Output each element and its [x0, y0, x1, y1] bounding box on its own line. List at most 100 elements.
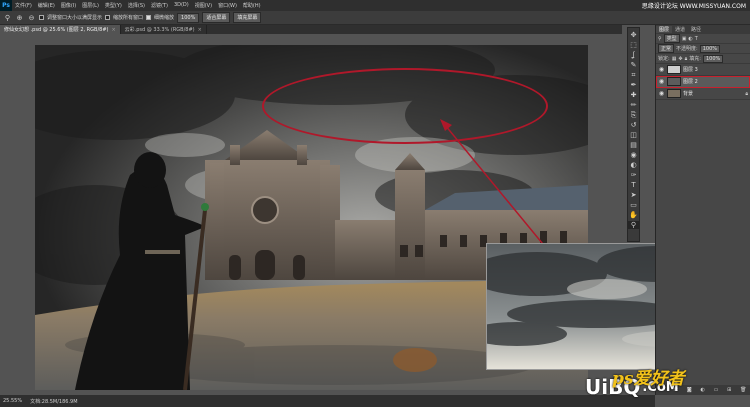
stamp-icon[interactable]: ⎘: [628, 111, 639, 119]
layer-row[interactable]: ◉ 背景 🔒︎: [656, 88, 750, 100]
watermark-overlay: ps爱好者: [612, 364, 684, 389]
layer-filter-row: ⚲ 类型 ▣ ◐ T: [656, 34, 750, 44]
menu-bar: Ps 文件(F) 编辑(E) 图像(I) 图层(L) 类型(Y) 选择(S) 滤镜(T) 3D…: [0, 0, 750, 11]
menu-item[interactable]: 视图(V): [192, 2, 215, 9]
adjustment-icon[interactable]: ◐: [701, 387, 705, 393]
visibility-eye-icon[interactable]: ◉: [658, 90, 665, 97]
tab-paths[interactable]: 路径: [688, 26, 704, 33]
fit-screen-button[interactable]: 适合屏幕: [202, 12, 231, 23]
tab-layers[interactable]: 图层: [656, 26, 673, 33]
opacity-label: 不透明度:: [676, 46, 698, 52]
blur-icon[interactable]: ◉: [628, 151, 639, 159]
quick-select-icon[interactable]: ✎: [628, 61, 639, 69]
scrubby-zoom-checkbox[interactable]: [146, 15, 152, 20]
tab-channels[interactable]: 通道: [672, 26, 688, 33]
close-icon[interactable]: ×: [198, 27, 202, 33]
document-size: 文档:28.5M/186.9M: [30, 398, 78, 405]
zoom-out-icon[interactable]: ⊖: [27, 14, 36, 22]
menu-item[interactable]: 类型(Y): [102, 2, 125, 9]
visibility-eye-icon[interactable]: ◉: [658, 78, 665, 85]
zoom-tool-icon[interactable]: ⚲: [3, 14, 12, 22]
layer-thumbnail: [667, 89, 681, 98]
close-icon[interactable]: ×: [111, 27, 115, 33]
photoshop-logo: Ps: [0, 0, 12, 11]
brush-icon[interactable]: ✏: [628, 101, 639, 109]
layer-row[interactable]: ◉ 图层 3: [656, 64, 750, 76]
tab-label: 修仙女幻想 .psd @ 25.6% (图层 2, RGB/8#): [4, 27, 109, 33]
mask-icon[interactable]: ◙: [687, 387, 692, 393]
visibility-eye-icon[interactable]: ◉: [658, 66, 665, 73]
scrubby-zoom-label: 细微缩放: [154, 15, 175, 21]
toolbox: ✥ ⬚ ʆ ✎ ⌗ ✒ ✚ ✏ ⎘ ↺ ◫ ▤ ◉ ◐ ✑ T ➤ ▭ ✋ ⚲: [627, 27, 640, 242]
menu-item[interactable]: 帮助(H): [240, 2, 264, 9]
zoom-all-windows-checkbox[interactable]: [105, 15, 111, 20]
menu-item[interactable]: 选择(S): [125, 2, 148, 9]
zoom-in-icon[interactable]: ⊕: [15, 14, 24, 22]
zoom-level[interactable]: 25.55%: [3, 398, 22, 404]
tab-main-document[interactable]: 修仙女幻想 .psd @ 25.6% (图层 2, RGB/8#) ×: [0, 25, 121, 34]
hand-icon[interactable]: ✋: [628, 211, 639, 219]
menu-item[interactable]: 3D(D): [171, 2, 192, 9]
menu-item[interactable]: 滤镜(T): [148, 2, 171, 9]
resize-windows-label: 调整窗口大小以满屏显示: [47, 15, 103, 21]
dodge-icon[interactable]: ◐: [628, 161, 639, 169]
marquee-icon[interactable]: ⬚: [628, 41, 639, 49]
document-tabs: 修仙女幻想 .psd @ 25.6% (图层 2, RGB/8#) × 云彩.p…: [0, 25, 622, 34]
history-brush-icon[interactable]: ↺: [628, 121, 639, 129]
menu-item[interactable]: 窗口(W): [215, 2, 240, 9]
panel-tabs: 图层 通道 路径: [656, 25, 750, 34]
folder-icon[interactable]: ▭: [714, 387, 719, 393]
menu-item[interactable]: 编辑(E): [35, 2, 58, 9]
filter-pixel-icon[interactable]: ▣: [682, 36, 687, 42]
healing-icon[interactable]: ✚: [628, 91, 639, 99]
lock-row: 锁定: ▦ ✥ 🔒︎ 填充: 100%: [656, 54, 750, 64]
tab-cloud-document[interactable]: 云彩.psd @ 33.3% (RGB/8#) ×: [121, 25, 207, 34]
gradient-icon[interactable]: ▤: [628, 141, 639, 149]
fill-screen-button[interactable]: 填充屏幕: [233, 12, 262, 23]
menu-item[interactable]: 图像(I): [58, 2, 79, 9]
path-select-icon[interactable]: ➤: [628, 191, 639, 199]
menu-item[interactable]: 文件(F): [12, 2, 35, 9]
layer-row[interactable]: ◉ 图层 2: [656, 76, 750, 88]
watermark-top: 思缘设计论坛 WWW.MISSYUAN.COM: [641, 3, 746, 10]
fill-label: 填充:: [689, 56, 701, 62]
eraser-icon[interactable]: ◫: [628, 131, 639, 139]
crop-icon[interactable]: ⌗: [628, 71, 639, 79]
workspace: [0, 34, 701, 395]
layer-filter-select[interactable]: 类型: [663, 34, 680, 43]
filter-type-icon[interactable]: T: [695, 36, 698, 42]
trash-icon[interactable]: 🗑︎: [740, 387, 746, 393]
pen-icon[interactable]: ✑: [628, 171, 639, 179]
layer-name: 图层 3: [683, 67, 698, 73]
options-bar: ⚲ ⊕ ⊖ 调整窗口大小以满屏显示 缩放所有窗口 细微缩放 100% 适合屏幕 …: [0, 11, 750, 25]
eyedropper-icon[interactable]: ✒: [628, 81, 639, 89]
resize-windows-checkbox[interactable]: [39, 15, 44, 20]
lock-icon: 🔒︎: [745, 90, 748, 97]
menu-items: 文件(F) 编辑(E) 图像(I) 图层(L) 类型(Y) 选择(S) 滤镜(T) 3D(D)…: [12, 2, 264, 9]
fill-input[interactable]: 100%: [702, 54, 724, 63]
layer-name: 背景: [683, 91, 694, 97]
status-bar: 25.55% 文档:28.5M/186.9M: [0, 395, 655, 407]
shape-icon[interactable]: ▭: [628, 201, 639, 209]
search-icon: ⚲: [658, 35, 662, 42]
zoom-100-button[interactable]: 100%: [177, 12, 200, 23]
menu-item[interactable]: 图层(L): [79, 2, 102, 9]
tab-label: 云彩.psd @ 33.3% (RGB/8#): [124, 27, 195, 33]
new-layer-icon[interactable]: ⊞: [727, 387, 731, 393]
type-icon[interactable]: T: [628, 181, 639, 189]
blend-mode-select[interactable]: 正常: [658, 44, 675, 53]
zoom-icon[interactable]: ⚲: [628, 221, 639, 229]
layers-panel: 图层 通道 路径 ⚲ 类型 ▣ ◐ T 正常 不透明度: 100% 锁定: ▦ …: [655, 25, 750, 395]
lock-label: 锁定:: [658, 56, 670, 62]
opacity-input[interactable]: 100%: [699, 44, 720, 53]
lock-position-icon[interactable]: ✥: [678, 56, 682, 62]
filter-adjust-icon[interactable]: ◐: [688, 36, 692, 42]
lock-all-icon[interactable]: 🔒︎: [685, 56, 688, 62]
lock-pixels-icon[interactable]: ▦: [672, 56, 677, 62]
layer-thumbnail: [667, 77, 681, 86]
lasso-icon[interactable]: ʆ: [628, 51, 639, 59]
watermark-overlay-text: ps爱好者: [612, 369, 685, 389]
move-icon[interactable]: ✥: [628, 31, 639, 39]
layer-name: 图层 2: [683, 79, 698, 85]
blend-row: 正常 不透明度: 100%: [656, 44, 750, 54]
